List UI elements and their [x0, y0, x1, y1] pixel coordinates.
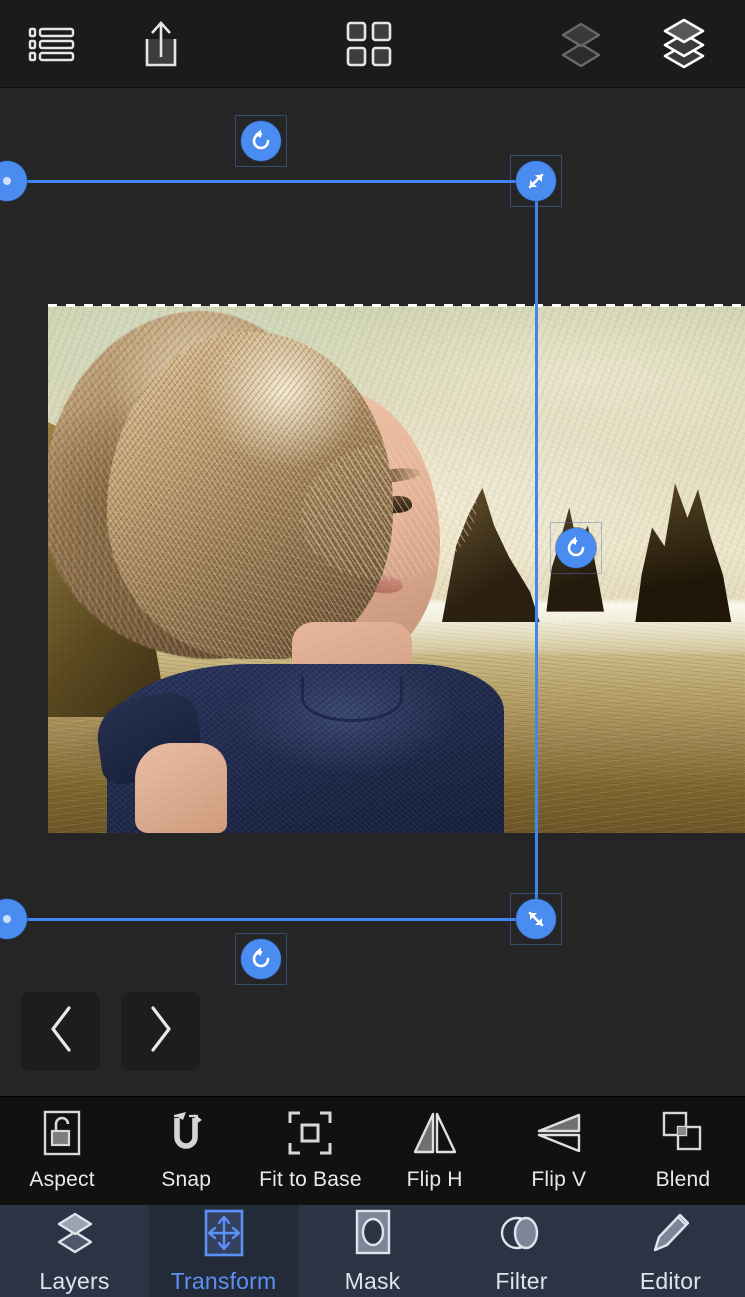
fit-frame-icon [287, 1110, 333, 1161]
layers-two-icon[interactable] [538, 0, 624, 88]
fit-to-base-button[interactable]: Fit to Base [248, 1097, 372, 1205]
grid-four-icon[interactable] [325, 0, 413, 88]
share-export-icon[interactable] [118, 0, 204, 88]
mask-ellipse-icon [351, 1208, 395, 1263]
tab-mask[interactable]: Mask [298, 1205, 447, 1297]
flip-vertical-label: Flip V [531, 1168, 587, 1191]
chevron-left-icon [42, 1003, 80, 1060]
transform-guide-top [0, 180, 536, 183]
tab-layers-label: Layers [39, 1267, 110, 1294]
blend-squares-icon [660, 1110, 706, 1161]
fit-to-base-label: Fit to Base [259, 1168, 362, 1191]
layers-three-icon[interactable] [641, 0, 727, 88]
filter-circles-icon [498, 1208, 546, 1263]
blend-button[interactable]: Blend [621, 1097, 745, 1205]
rotate-handle-top[interactable] [235, 115, 287, 167]
selection-marching-ants [48, 304, 745, 307]
tab-mask-label: Mask [344, 1267, 401, 1294]
scene-portrait [48, 306, 505, 833]
aspect-lock-label: Aspect [29, 1168, 95, 1191]
snap-label: Snap [161, 1168, 212, 1191]
tab-editor[interactable]: Editor [596, 1205, 745, 1297]
transform-guide-right [535, 180, 538, 918]
lock-open-icon [41, 1110, 83, 1161]
flip-vertical-icon [535, 1110, 583, 1161]
tab-transform[interactable]: Transform [149, 1205, 298, 1297]
scale-handle-top-right[interactable] [510, 155, 562, 207]
magnet-icon [164, 1110, 208, 1161]
bottom-navigation: Layers Transform Mask Filter Editor [0, 1205, 745, 1297]
transform-options-toolbar: Aspect Snap Fit to Base Flip H Flip V Bl… [0, 1096, 745, 1205]
transform-guide-bottom [0, 918, 536, 921]
tab-layers[interactable]: Layers [0, 1205, 149, 1297]
flip-horizontal-icon [411, 1110, 459, 1161]
chevron-right-icon [142, 1003, 180, 1060]
aspect-lock-button[interactable]: Aspect [0, 1097, 124, 1205]
list-icon[interactable] [12, 0, 98, 88]
tab-filter[interactable]: Filter [447, 1205, 596, 1297]
flip-vertical-button[interactable]: Flip V [497, 1097, 621, 1205]
pencil-icon [647, 1208, 695, 1263]
tab-transform-label: Transform [170, 1267, 277, 1294]
canvas-area[interactable] [0, 89, 745, 1096]
anchor-handle-left-bottom[interactable] [0, 899, 27, 939]
next-layer-button[interactable] [121, 992, 200, 1071]
flip-horizontal-button[interactable]: Flip H [373, 1097, 497, 1205]
tab-filter-label: Filter [495, 1267, 548, 1294]
blend-label: Blend [655, 1168, 711, 1191]
flip-horizontal-label: Flip H [406, 1168, 463, 1191]
rotate-handle-bottom[interactable] [235, 933, 287, 985]
app-root: Aspect Snap Fit to Base Flip H Flip V Bl… [0, 0, 745, 1297]
anchor-handle-left-top[interactable] [0, 161, 27, 201]
tab-editor-label: Editor [639, 1267, 702, 1294]
move-arrows-icon [201, 1208, 247, 1263]
scale-handle-bottom-right[interactable] [510, 893, 562, 945]
previous-layer-button[interactable] [21, 992, 100, 1071]
rotate-handle-center[interactable] [550, 522, 602, 574]
top-toolbar [0, 0, 745, 88]
layers-diamond-icon [49, 1208, 101, 1263]
snap-button[interactable]: Snap [124, 1097, 248, 1205]
layer-image[interactable] [48, 306, 745, 833]
